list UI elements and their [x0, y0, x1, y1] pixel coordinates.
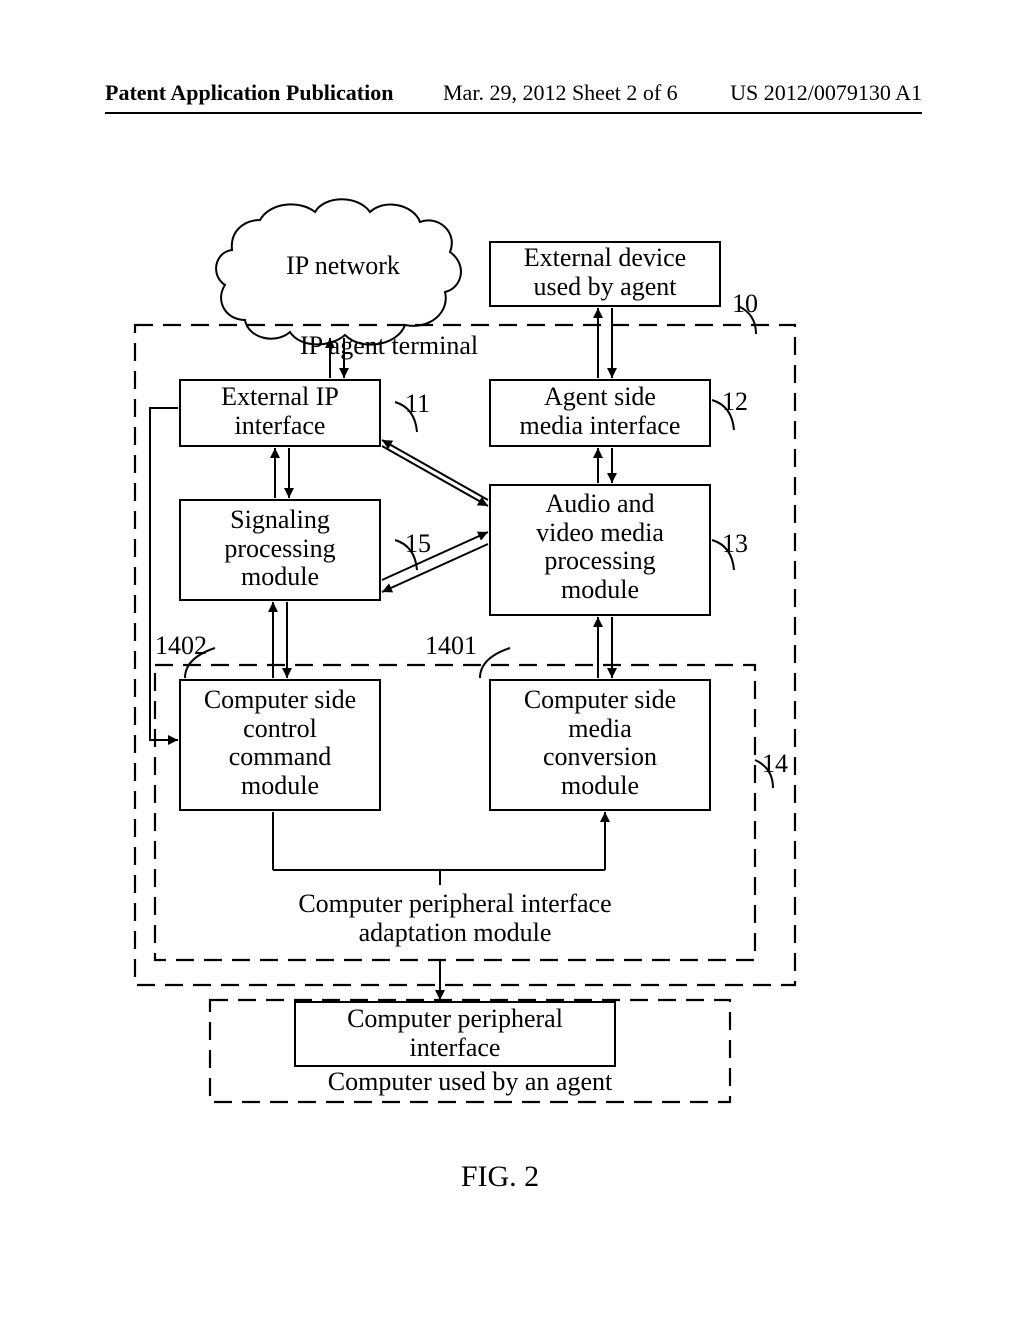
ref-1402: 1402: [155, 632, 225, 661]
label-signaling-processing-module: Signaling processing module: [185, 506, 375, 592]
label-computer-used-by-agent: Computer used by an agent: [230, 1068, 710, 1097]
ref-1401: 1401: [425, 632, 495, 661]
label-agent-side-media-interface: Agent side media interface: [495, 383, 705, 440]
label-ip-agent-terminal: IP agent terminal: [300, 332, 560, 361]
figure-caption: FIG. 2: [420, 1160, 580, 1194]
label-computer-side-media-conversion-module: Computer side media conversion module: [495, 686, 705, 800]
label-external-ip-interface: External IP interface: [185, 383, 375, 440]
label-computer-side-control-command-module: Computer side control command module: [185, 686, 375, 800]
label-external-device: External device used by agent: [495, 244, 715, 301]
label-computer-peripheral-interface: Computer peripheral interface: [300, 1005, 610, 1062]
ref-13: 13: [722, 530, 762, 559]
diagram-canvas: [0, 0, 1024, 1320]
ref-10: 10: [732, 290, 772, 319]
ref-15: 15: [405, 530, 445, 559]
ref-14: 14: [762, 750, 802, 779]
label-computer-peripheral-interface-adaptation-module: Computer peripheral interface adaptation…: [230, 890, 680, 947]
ref-11: 11: [405, 390, 445, 419]
label-audio-video-processing-module: Audio and video media processing module: [495, 490, 705, 604]
label-ip-network: IP network: [258, 252, 428, 281]
ref-12: 12: [722, 388, 762, 417]
